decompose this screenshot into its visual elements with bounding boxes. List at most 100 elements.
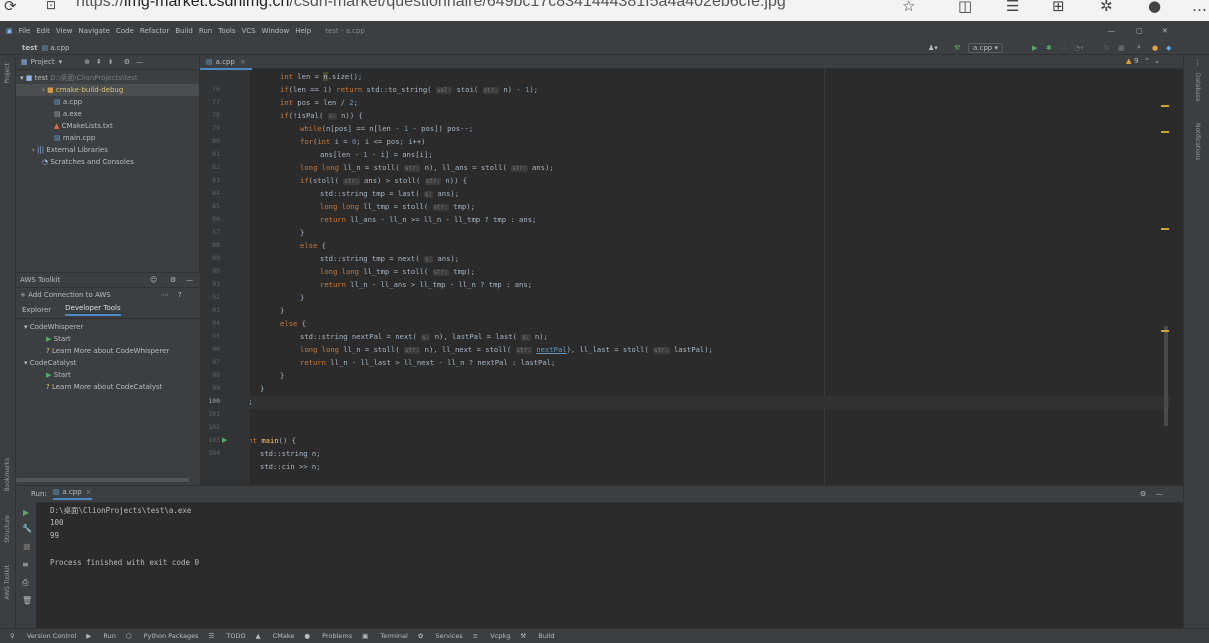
aws-item-start-2[interactable]: ▶ Start [16, 369, 200, 381]
stop-icon[interactable]: ■ [23, 542, 31, 551]
tool-problems[interactable]: ● Problems [304, 632, 352, 640]
aws-add-connection[interactable]: + Add Connection to AWS [20, 291, 111, 299]
tree-item-external-libraries[interactable]: › ||| External Libraries [16, 144, 199, 156]
tool-database[interactable]: Database [1194, 73, 1201, 102]
tree-item-a-cpp[interactable]: ▤ a.cpp [16, 96, 199, 108]
aws-item-start[interactable]: ▶ Start [16, 333, 200, 345]
close-icon[interactable]: ✕ [1162, 27, 1168, 35]
aws-more-icon[interactable]: ⋯ [162, 291, 169, 299]
breadcrumb-project[interactable]: test [22, 44, 38, 52]
favorites-icon[interactable]: ☰ [1006, 0, 1019, 15]
plugin-icon[interactable]: ◆ [1166, 44, 1171, 52]
collections-icon[interactable]: ⊞ [1052, 0, 1065, 15]
page-info-icon[interactable]: ⊡ [46, 0, 56, 12]
error-stripe-mark[interactable] [1161, 228, 1169, 230]
code-editor[interactable]: int len = n.size(); if(len == 1) return … [250, 70, 1170, 485]
user-icon[interactable]: ♟▾ [928, 44, 938, 52]
breadcrumb-file[interactable]: a.cpp [50, 44, 69, 52]
build-hammer-icon[interactable]: ⚒ [954, 44, 960, 52]
tool-terminal[interactable]: ▣ Terminal [362, 632, 408, 640]
aws-hide-icon[interactable]: — [186, 276, 193, 284]
project-hscrollbar[interactable] [16, 478, 189, 482]
tool-build[interactable]: ⚒ Build [520, 632, 554, 640]
tool-aws-toolkit[interactable]: AWS Toolkit [4, 565, 11, 600]
menu-view[interactable]: View [56, 27, 73, 35]
aws-gear-icon[interactable]: ⚙ [170, 276, 176, 284]
locate-icon[interactable]: ⊕ [84, 58, 90, 66]
tool-project[interactable]: Project [4, 63, 11, 84]
menu-window[interactable]: Window [262, 27, 290, 35]
run-hide-icon[interactable]: — [1156, 490, 1163, 498]
wrench-icon[interactable]: 🔧 [22, 524, 32, 533]
browser-address-bar[interactable]: ⟳ ⊡ https://img-market.csdnimg.cn/csdn-m… [0, 0, 1209, 21]
aws-item-learn-codewhisperer[interactable]: ? Learn More about CodeWhisperer [16, 345, 200, 357]
aws-item-learn-codecatalyst[interactable]: ? Learn More about CodeCatalyst [16, 381, 200, 393]
more-menu-icon[interactable]: … [1192, 0, 1207, 15]
url-text[interactable]: https://img-market.csdnimg.cn/csdn-marke… [76, 0, 786, 11]
menu-vcs[interactable]: VCS [242, 27, 256, 35]
favorite-star-icon[interactable]: ☆ [902, 0, 915, 15]
tool-vcpkg[interactable]: ≡ Vcpkg [473, 632, 511, 640]
tool-bookmarks[interactable]: Bookmarks [4, 458, 11, 492]
extensions-icon[interactable]: ✲ [1100, 0, 1113, 15]
search-icon[interactable]: ⌕ [1137, 43, 1141, 52]
update-icon[interactable]: ● [1152, 44, 1158, 52]
tree-item-cmakelists[interactable]: ▲ CMakeLists.txt [16, 120, 199, 132]
tool-cmake[interactable]: ▲ CMake [256, 632, 295, 640]
tool-notifications[interactable]: Notifications [1194, 123, 1201, 161]
editor-vscrollbar[interactable] [1164, 326, 1168, 426]
aws-item-codewhisperer[interactable]: ▾ CodeWhisperer [16, 321, 200, 333]
aws-smile-icon[interactable]: ☺ [150, 276, 157, 284]
rerun-icon[interactable]: ↻ [1104, 44, 1110, 52]
gear-icon[interactable]: ⚙ [124, 58, 130, 66]
menu-code[interactable]: Code [116, 27, 134, 35]
close-tab-icon[interactable]: × [240, 58, 246, 66]
run-config-selector[interactable]: a.cpp ▾ [968, 42, 1003, 53]
menu-navigate[interactable]: Navigate [79, 27, 110, 35]
trash-icon[interactable]: 🗑 [22, 596, 32, 605]
tree-item-main-cpp[interactable]: ▤ main.cpp [16, 132, 199, 144]
tool-version-control[interactable]: ⚲ Version Control [10, 632, 76, 640]
aws-tab-explorer[interactable]: Explorer [22, 306, 51, 314]
print-icon[interactable]: ⎙ [22, 578, 28, 588]
prev-highlight-icon[interactable]: ⌃ [1144, 57, 1150, 65]
profile-icon[interactable]: ● [1148, 0, 1161, 15]
maximize-icon[interactable]: ▢ [1136, 27, 1143, 35]
tree-item-cmake-build-debug[interactable]: › ■ cmake-build-debug [16, 84, 199, 96]
menu-edit[interactable]: Edit [36, 27, 50, 35]
error-stripe-mark[interactable] [1161, 330, 1169, 332]
tool-python-packages[interactable]: ⬡ Python Packages [126, 632, 199, 640]
stop-icon[interactable]: ■ [1118, 44, 1125, 52]
run-tab-a-cpp[interactable]: ▤ a.cpp × [52, 488, 92, 500]
chevron-down-icon[interactable]: ▾ [59, 58, 63, 66]
tree-item-scratches[interactable]: ◔ Scratches and Consoles [16, 156, 199, 168]
tree-item-a-exe[interactable]: ▤ a.exe [16, 108, 199, 120]
warning-count[interactable]: 9 [1134, 57, 1138, 65]
soft-wrap-icon[interactable]: ≡ [22, 560, 29, 569]
minimize-icon[interactable]: — [1108, 27, 1115, 35]
next-highlight-icon[interactable]: ⌄ [1154, 57, 1160, 65]
menu-help[interactable]: Help [295, 27, 311, 35]
coverage-icon[interactable]: ⛶ [1060, 43, 1065, 52]
rerun-icon[interactable]: ▶ [23, 508, 29, 517]
menu-file[interactable]: File [19, 27, 31, 35]
aws-item-codecatalyst[interactable]: ▾ CodeCatalyst [16, 357, 200, 369]
tool-services[interactable]: ✿ Services [418, 632, 463, 640]
menu-tools[interactable]: Tools [218, 27, 235, 35]
error-stripe-mark[interactable] [1161, 105, 1169, 107]
menu-dots-icon[interactable]: ⋮ [1194, 59, 1201, 67]
reload-icon[interactable]: ⟳ [4, 0, 17, 15]
tool-run[interactable]: ▶ Run [86, 632, 116, 640]
profile-run-icon[interactable]: ◔▾ [1074, 44, 1084, 52]
aws-tab-developer-tools[interactable]: Developer Tools [65, 304, 121, 316]
close-tab-icon[interactable]: × [86, 488, 92, 496]
menu-run[interactable]: Run [199, 27, 212, 35]
menu-build[interactable]: Build [175, 27, 193, 35]
menu-refactor[interactable]: Refactor [140, 27, 169, 35]
debug-icon[interactable]: ✱ [1046, 44, 1052, 52]
hide-icon[interactable]: — [136, 58, 143, 66]
tool-structure[interactable]: Structure [4, 515, 11, 543]
editor-tab-a-cpp[interactable]: ▤ a.cpp × [200, 55, 252, 70]
collapse-all-icon[interactable]: ⇞ [96, 58, 102, 66]
tree-item-test[interactable]: ▾ ■ test D:\桌面\ClionProjects\test [16, 72, 199, 84]
